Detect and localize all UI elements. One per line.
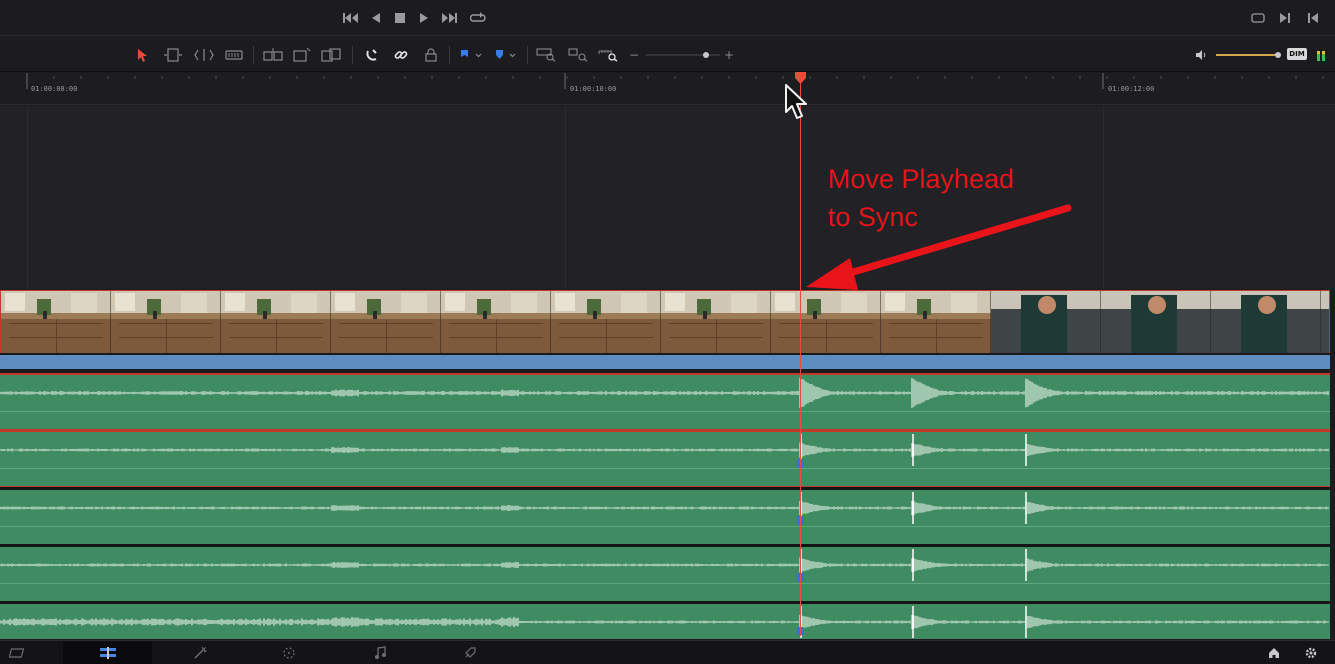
grid-line: [565, 106, 566, 289]
play-icon[interactable]: [418, 10, 430, 26]
toolbar-separator: [449, 46, 450, 64]
trim-edit-icon[interactable]: [162, 46, 184, 64]
skip-to-start-icon[interactable]: [342, 10, 360, 26]
timecode-ruler[interactable]: 01:00:08:00 01:00:10:00 01:00:12:00: [0, 73, 1335, 105]
timecode-label: 01:00:08:00: [31, 85, 78, 93]
grid-line: [1103, 106, 1104, 289]
zoom-custom-icon[interactable]: [597, 46, 619, 64]
next-edit-icon[interactable]: [1278, 10, 1292, 26]
timeline-toolbar: − + DIM: [0, 37, 1335, 72]
video-thumbnails: [1, 291, 1329, 353]
dim-button[interactable]: DIM: [1287, 48, 1307, 60]
blade-icon[interactable]: [224, 46, 244, 64]
speaker-icon[interactable]: [1194, 46, 1208, 64]
transport-bar: [0, 0, 1335, 36]
grid-line: [27, 106, 28, 289]
audio-track-1[interactable]: [0, 373, 1330, 431]
position-lock-icon[interactable]: [423, 46, 439, 64]
fairlight-page-icon[interactable]: [365, 641, 395, 664]
audio-waveform: [0, 492, 1329, 524]
skip-to-end-icon[interactable]: [440, 10, 458, 26]
snapping-icon[interactable]: [364, 46, 380, 64]
audio-waveform: [0, 434, 1329, 466]
audio-waveform: [0, 377, 1329, 409]
insert-clip-icon[interactable]: [262, 46, 284, 64]
edit-page-icon[interactable]: [63, 641, 152, 664]
zoom-detail-icon[interactable]: [567, 46, 589, 64]
toolbar-separator: [527, 46, 528, 64]
sync-markers: [797, 459, 804, 635]
audio-track-4[interactable]: [0, 544, 1330, 602]
audio-waveform: [0, 549, 1329, 581]
linked-selection-icon[interactable]: [393, 46, 409, 64]
zoom-slider[interactable]: [646, 46, 720, 64]
annotation-line-1: Move Playhead: [828, 164, 1015, 194]
marker-icon[interactable]: [492, 46, 520, 64]
timecode-label: 01:00:10:00: [570, 85, 617, 93]
zoom-in-button[interactable]: +: [723, 46, 735, 64]
deliver-page-icon[interactable]: [455, 641, 485, 664]
page-navigation-bar: [0, 640, 1335, 664]
color-page-icon[interactable]: [274, 641, 304, 664]
home-icon[interactable]: [1264, 641, 1284, 664]
zoom-out-button[interactable]: −: [628, 46, 640, 64]
toolbar-separator: [352, 46, 353, 64]
dynamic-trim-icon[interactable]: [193, 46, 215, 64]
replace-clip-icon[interactable]: [320, 46, 342, 64]
video-clip-bar[interactable]: [0, 353, 1330, 370]
fullscreen-icon[interactable]: [1250, 10, 1266, 26]
empty-track-area: [0, 106, 1335, 289]
loop-icon[interactable]: [469, 10, 487, 26]
audio-track-2[interactable]: [0, 430, 1330, 488]
audio-waveform: [0, 606, 1329, 638]
annotation-line-2: to Sync: [828, 202, 919, 232]
mouse-cursor-icon: [785, 84, 807, 119]
fusion-page-icon[interactable]: [185, 641, 215, 664]
zoom-full-icon[interactable]: [535, 46, 557, 64]
annotation-text: Move Playhead to Sync: [828, 160, 1014, 236]
audio-track-5[interactable]: [0, 601, 1330, 639]
audio-track-3[interactable]: [0, 487, 1330, 545]
video-clip[interactable]: [0, 290, 1330, 354]
play-reverse-icon[interactable]: [370, 10, 382, 26]
toolbar-separator: [253, 46, 254, 64]
flag-icon[interactable]: [458, 46, 486, 64]
overwrite-clip-icon[interactable]: [292, 46, 312, 64]
audio-meter: [1316, 46, 1326, 64]
timeline-window: − + DIM 01:00:08:00 01:00:10:00 01:00:12…: [0, 0, 1335, 664]
media-page-icon[interactable]: [0, 641, 36, 664]
playhead-handle[interactable]: [795, 72, 806, 84]
volume-slider[interactable]: [1216, 46, 1284, 64]
selection-pointer-icon[interactable]: [137, 46, 149, 64]
playhead-line[interactable]: [800, 76, 801, 636]
stop-icon[interactable]: [394, 10, 406, 26]
prev-edit-icon[interactable]: [1306, 10, 1320, 26]
timecode-label: 01:00:12:00: [1108, 85, 1155, 93]
settings-icon[interactable]: [1301, 641, 1321, 664]
